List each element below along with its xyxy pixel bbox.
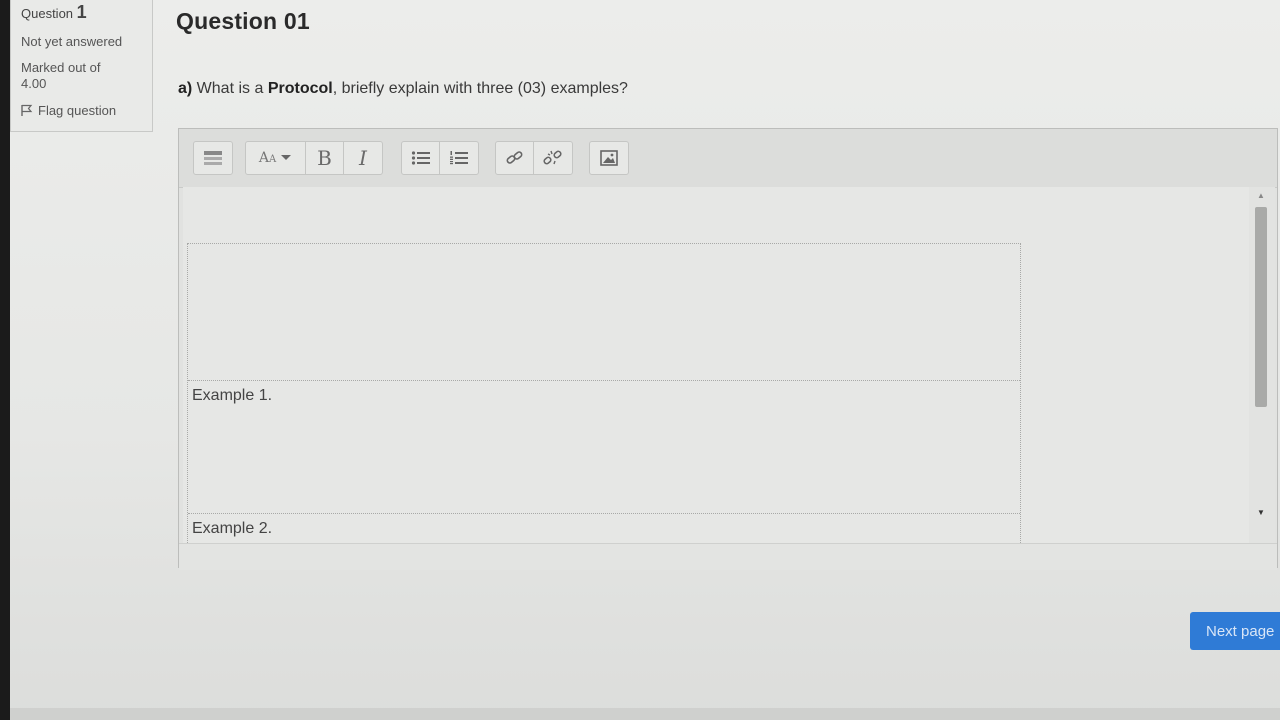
question-text: a) What is a Protocol, briefly explain w… <box>178 80 628 98</box>
unlink-button[interactable] <box>534 142 572 174</box>
flag-icon <box>21 104 33 116</box>
table-cell-text: Example 1. <box>192 387 273 404</box>
toolbar-group-format: AA B I <box>245 141 383 175</box>
numbered-list-icon <box>450 151 468 165</box>
answer-editor: AA B I Example 1. Example 2. ▲ ▼ <box>178 128 1278 570</box>
ordered-list-button[interactable] <box>440 142 478 174</box>
toolbar-group-media <box>589 141 629 175</box>
toolbar-group-links <box>495 141 573 175</box>
answer-table: Example 1. Example 2. <box>187 243 1021 543</box>
marked-label: Marked out of <box>21 60 101 75</box>
toolbar-group-lists <box>401 141 479 175</box>
question-grade: Marked out of 4.00 <box>21 60 152 92</box>
question-label: Question <box>21 6 74 21</box>
paragraph-styles-button[interactable]: AA <box>246 142 306 174</box>
font-style-glyph: A <box>258 150 269 166</box>
chevron-down-icon <box>281 155 292 160</box>
link-icon <box>506 151 522 164</box>
bold-button[interactable]: B <box>306 142 344 174</box>
scroll-down-arrow-icon[interactable]: ▼ <box>1257 508 1265 517</box>
screen-bezel <box>0 0 10 720</box>
editor-content-area[interactable]: Example 1. Example 2. <box>183 187 1249 543</box>
table-row[interactable] <box>188 244 1020 381</box>
marked-value: 4.00 <box>21 76 47 91</box>
font-style-icon: AA <box>258 150 277 166</box>
question-text-after: , briefly explain with three (03) exampl… <box>332 80 628 97</box>
flag-question-label: Flag question <box>38 103 117 118</box>
editor-scrollbar[interactable]: ▲ ▼ <box>1249 187 1275 543</box>
toolbar-group-toggle <box>193 141 233 175</box>
table-row[interactable]: Example 1. <box>188 381 1020 514</box>
question-keyword: Protocol <box>267 80 333 97</box>
table-cell-text: Example 2. <box>192 520 273 537</box>
question-state: Not yet answered <box>21 34 123 49</box>
insert-image-button[interactable] <box>590 142 628 174</box>
next-page-button[interactable]: Next page <box>1190 612 1280 650</box>
screen-bottom-edge <box>10 708 1280 720</box>
question-part-label: a) <box>178 80 193 97</box>
page-title: Question 01 <box>176 8 310 34</box>
question-text-before: What is a <box>192 80 268 97</box>
show-more-buttons[interactable] <box>194 142 232 174</box>
question-number: Question 1 <box>21 2 152 23</box>
table-row[interactable]: Example 2. <box>188 514 1020 543</box>
question-info-panel: Question 1 Not yet answered Marked out o… <box>10 0 153 132</box>
toolbar-toggle-icon <box>204 151 222 165</box>
bullet-list-icon <box>411 151 430 165</box>
italic-button[interactable]: I <box>344 142 382 174</box>
editor-toolbar: AA B I <box>179 129 1277 188</box>
flag-question-link[interactable]: Flag question <box>21 103 152 118</box>
unordered-list-button[interactable] <box>402 142 440 174</box>
scroll-up-arrow-icon[interactable]: ▲ <box>1257 191 1265 200</box>
image-icon <box>600 150 618 166</box>
unlink-icon <box>543 150 562 165</box>
editor-footer <box>179 543 1277 570</box>
scroll-thumb[interactable] <box>1255 207 1267 407</box>
link-button[interactable] <box>496 142 534 174</box>
question-number-value: 1 <box>76 2 87 22</box>
